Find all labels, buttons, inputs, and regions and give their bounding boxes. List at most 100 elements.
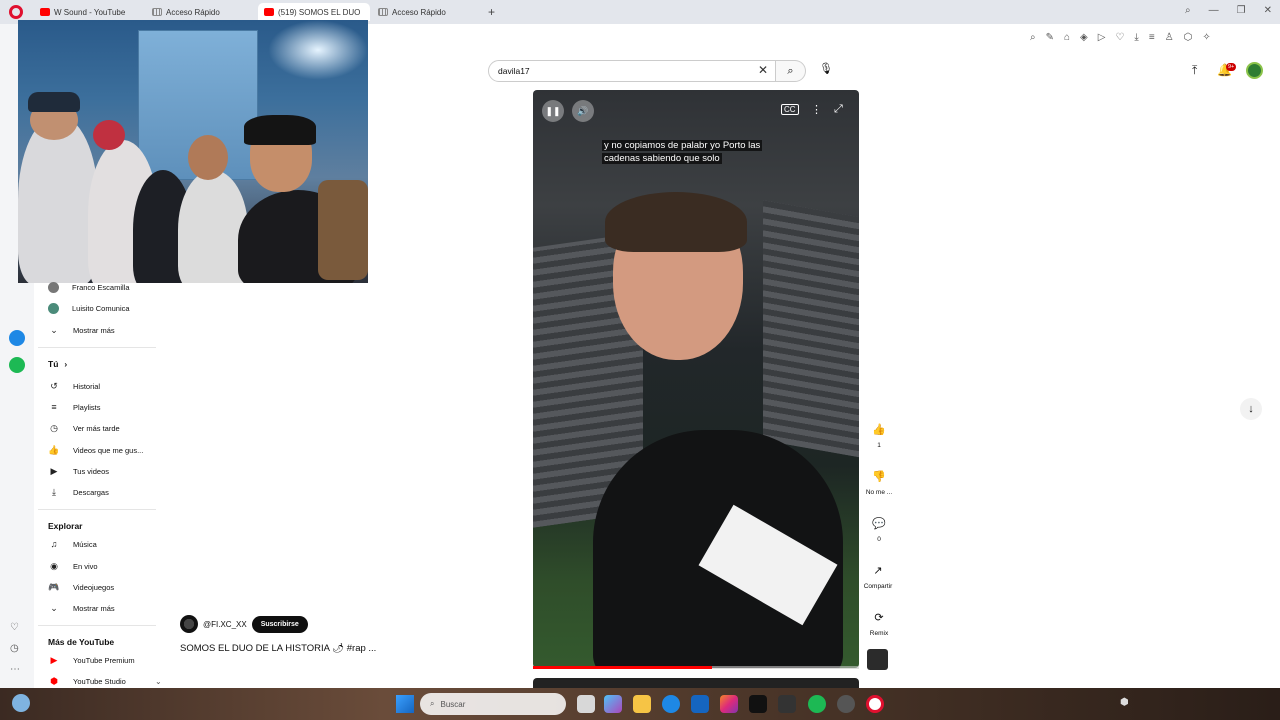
- file-explorer-icon[interactable]: [633, 695, 651, 713]
- messenger-icon[interactable]: [9, 330, 25, 346]
- instagram-icon[interactable]: [720, 695, 738, 713]
- channel-handle[interactable]: @FI.XC_XX: [203, 620, 247, 629]
- copilot-icon[interactable]: [604, 695, 622, 713]
- menu-icon[interactable]: ≡: [1149, 32, 1155, 43]
- edit-icon[interactable]: ✎: [1046, 32, 1054, 43]
- task-view-icon[interactable]: [577, 695, 595, 713]
- fullscreen-icon[interactable]: ⤢: [834, 103, 843, 116]
- remix-button[interactable]: ⟳ Remix: [866, 606, 892, 638]
- weather-icon[interactable]: [12, 694, 30, 712]
- heart-icon[interactable]: ♡: [1115, 32, 1124, 43]
- dislike-button[interactable]: 👎 No me ...: [864, 465, 894, 497]
- search-icon[interactable]: ⌕: [1030, 32, 1036, 43]
- camera-icon[interactable]: ⌂: [1064, 32, 1070, 43]
- sub-item-luisito-comunica[interactable]: Luisito Comunica: [48, 298, 130, 318]
- you-section-title[interactable]: Tú ›: [48, 359, 67, 369]
- clock-icon: ◷: [50, 422, 58, 433]
- nav-historial[interactable]: ↺ Historial: [48, 376, 100, 396]
- extensions-icon[interactable]: ⬡: [1184, 32, 1193, 43]
- video-progress-bar[interactable]: [533, 666, 859, 669]
- explore-more[interactable]: ⌄ Mostrar más: [48, 598, 114, 618]
- opera-taskbar-icon[interactable]: [866, 695, 884, 713]
- windows-start-icon[interactable]: [396, 695, 414, 713]
- subscribe-button[interactable]: Suscribirse: [251, 615, 308, 633]
- audio-thumbnail[interactable]: [867, 649, 888, 670]
- ai-icon[interactable]: ✧: [1202, 32, 1210, 43]
- download-icon[interactable]: ⤓: [1134, 32, 1138, 43]
- taskbar-search[interactable]: ⌕ Buscar: [420, 693, 566, 715]
- divider: [38, 625, 156, 626]
- youtube-icon: [264, 8, 274, 16]
- mic-icon[interactable]: 🎙: [817, 62, 835, 80]
- obs-icon[interactable]: [837, 695, 855, 713]
- chevron-right-icon: ›: [64, 359, 68, 369]
- more-icon[interactable]: ⋯: [10, 664, 20, 675]
- heart-icon[interactable]: ♡: [10, 622, 19, 633]
- next-short-preview[interactable]: [533, 678, 859, 688]
- minimize-icon[interactable]: —: [1209, 5, 1219, 16]
- search-input[interactable]: davila17: [488, 60, 776, 82]
- volume-button[interactable]: 🔊: [572, 100, 594, 122]
- tab-somos-el-duo[interactable]: (519) SOMOS EL DUO: [258, 3, 370, 21]
- toolbar-icons: ⌕ ✎ ⌂ ◈ ▷ ♡ ⤓ ≡ ♙ ⬡ ✧: [1030, 32, 1211, 43]
- capcut-icon[interactable]: [778, 695, 796, 713]
- short-title[interactable]: SOMOS EL DUO DE LA HISTORIA 🌶 #rap ...: [180, 643, 376, 654]
- next-short-button[interactable]: ↓: [1240, 398, 1262, 420]
- youtube-premium-icon: ▶: [50, 654, 58, 665]
- nav-downloads[interactable]: ⤓ Descargas: [48, 482, 109, 502]
- channel-avatar[interactable]: [180, 615, 198, 633]
- vpn-icon[interactable]: ◈: [1080, 32, 1088, 43]
- more-options-icon[interactable]: ⋮: [811, 103, 822, 116]
- store-icon[interactable]: [691, 695, 709, 713]
- new-tab-button[interactable]: +: [488, 5, 495, 19]
- nav-music[interactable]: ♫ Música: [48, 534, 97, 554]
- restore-icon[interactable]: ❐: [1237, 5, 1246, 16]
- nav-liked-videos[interactable]: 👍 Videos que me gus...: [48, 440, 143, 460]
- playlist-icon: ≡: [51, 402, 57, 412]
- subscriptions-more[interactable]: ⌄ Mostrar más: [48, 320, 114, 340]
- avatar[interactable]: [1246, 62, 1263, 79]
- tab-acceso-rapido-2[interactable]: Acceso Rápido: [372, 3, 452, 21]
- scrollbar-down-icon[interactable]: ⌄: [155, 677, 162, 686]
- clear-search-icon[interactable]: ✕: [758, 63, 768, 77]
- sub-item-franco-escamilla[interactable]: Franco Escamilla: [48, 277, 130, 297]
- nav-live[interactable]: ◉ En vivo: [48, 556, 98, 576]
- captions-button[interactable]: CC: [781, 104, 799, 115]
- share-button[interactable]: ↗ Compartir: [861, 559, 895, 591]
- nav-gaming[interactable]: 🎮 Videojuegos: [48, 577, 114, 597]
- avatar: [48, 302, 59, 314]
- chevron-down-icon: ⌄: [50, 602, 58, 613]
- person-1: [18, 115, 98, 283]
- download-icon: ⤓: [52, 486, 56, 497]
- search-tabs-icon[interactable]: ⌕: [1185, 5, 1191, 16]
- pause-button[interactable]: ❚❚: [542, 100, 564, 122]
- edge-icon[interactable]: [662, 695, 680, 713]
- comments-button[interactable]: 💬 0: [866, 512, 892, 544]
- spotify-icon[interactable]: [9, 357, 25, 373]
- play-icon[interactable]: ▷: [1098, 32, 1106, 43]
- tab-acceso-rapido-1[interactable]: Acceso Rápido: [146, 3, 226, 21]
- upload-icon[interactable]: ⤒: [1192, 63, 1197, 78]
- short-video-player[interactable]: [533, 90, 859, 668]
- youtube-icon: [40, 8, 50, 16]
- tiktok-icon[interactable]: [749, 695, 767, 713]
- spotify-icon[interactable]: [808, 695, 826, 713]
- video-progress-fill: [533, 666, 713, 669]
- tray-icon[interactable]: ⬢: [1120, 697, 1129, 708]
- history-icon[interactable]: ◷: [10, 643, 19, 654]
- user-icon[interactable]: ♙: [1165, 32, 1174, 43]
- close-icon[interactable]: ✕: [1264, 5, 1272, 16]
- history-icon: ↺: [50, 380, 58, 391]
- nav-playlists[interactable]: ≡ Playlists: [48, 397, 100, 417]
- nav-watch-later[interactable]: ◷ Ver más tarde: [48, 418, 120, 438]
- opera-logo-icon[interactable]: [9, 5, 23, 19]
- remix-icon: ⟳: [874, 611, 884, 624]
- search-button[interactable]: ⌕: [776, 60, 806, 82]
- thumbs-down-icon: 👎: [872, 470, 886, 483]
- nav-youtube-premium[interactable]: ▶ YouTube Premium: [48, 650, 135, 670]
- live-icon: ◉: [50, 560, 58, 571]
- nav-your-videos[interactable]: ▶ Tus videos: [48, 461, 109, 481]
- like-button[interactable]: 👍 1: [866, 418, 892, 450]
- speed-dial-icon: [378, 8, 388, 16]
- tab-w-sound[interactable]: W Sound - YouTube: [34, 3, 131, 21]
